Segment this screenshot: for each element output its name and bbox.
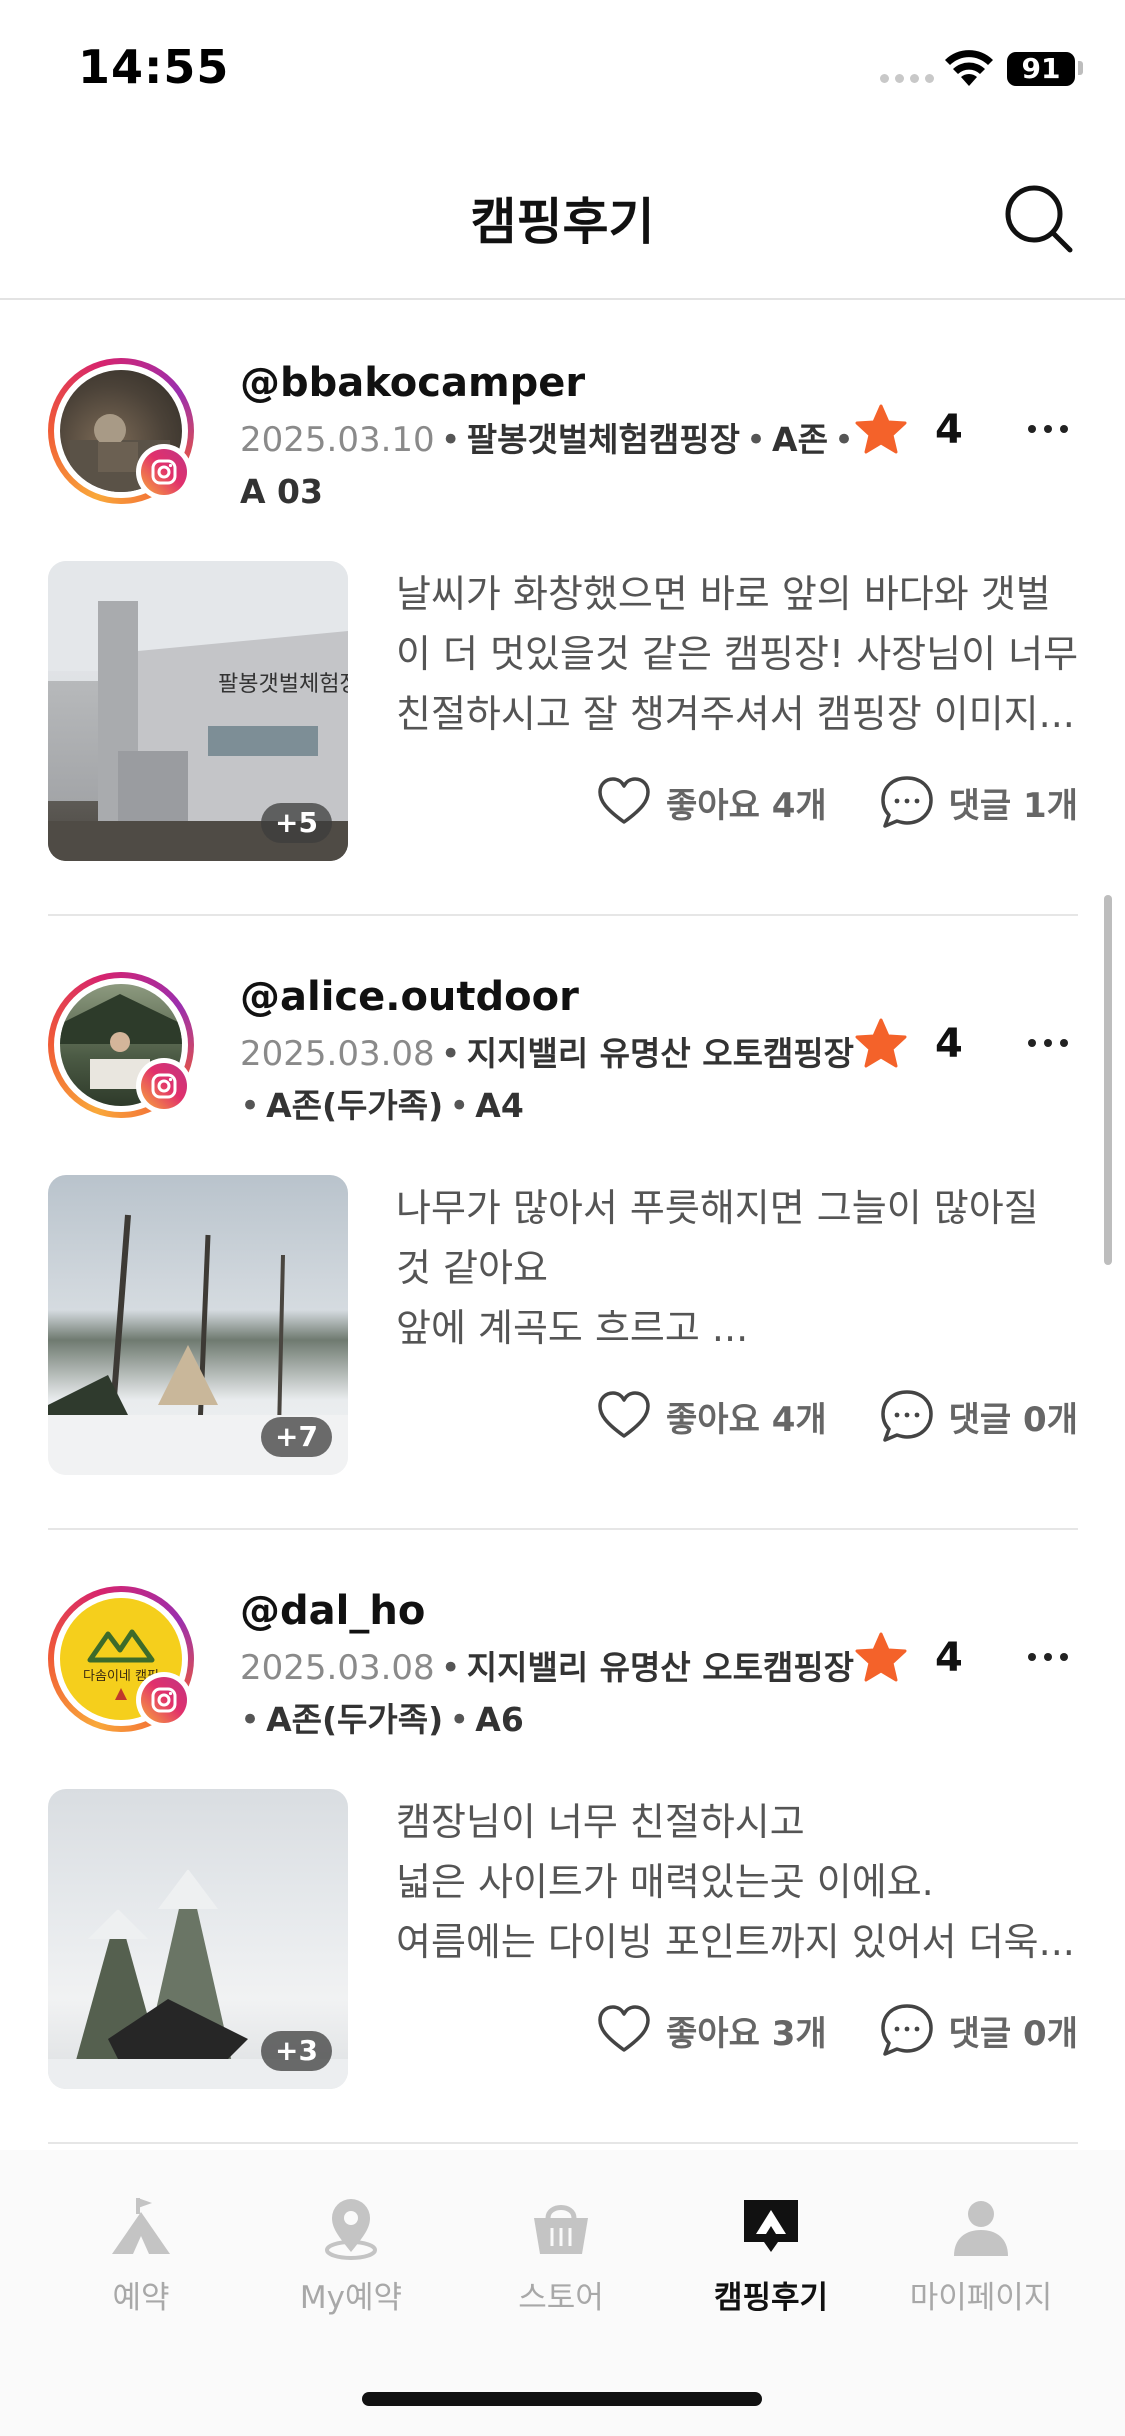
review-actions: 좋아요 4개 댓글 1개: [596, 774, 1078, 830]
instagram-icon: [136, 1672, 192, 1728]
rating: 4: [853, 1630, 963, 1686]
rating-value: 4: [935, 407, 963, 453]
review-username[interactable]: @dal_ho: [240, 1588, 425, 1634]
more-options-icon[interactable]: [1023, 1632, 1073, 1682]
star-icon: [855, 1632, 907, 1682]
nav-label: My예약: [299, 2280, 403, 2316]
review-chat-icon: [744, 2200, 798, 2252]
comment-button[interactable]: 댓글 1개: [879, 774, 1078, 830]
location-pin-icon: [325, 2199, 377, 2260]
like-count: 좋아요 4개: [666, 785, 827, 826]
review-card[interactable]: @bbakocamper 2025.03.10 • 팔봉갯벌체험캠핑장 • A존 • A 0…: [48, 302, 1078, 916]
rating-value: 4: [935, 1021, 963, 1067]
comment-count: 댓글 1개: [948, 785, 1078, 826]
battery-nub: [1078, 61, 1083, 75]
instagram-icon: [136, 1058, 192, 1114]
comment-icon: [880, 1390, 933, 1442]
campsite-name[interactable]: 지지밸리 유명산 오토캠핑장: [467, 1034, 854, 1073]
nav-item-camping-review[interactable]: 캠핑후기: [676, 2192, 866, 2317]
review-meta: 2025.03.10 • 팔봉갯벌체험캠핑장 • A존 • A 03: [240, 420, 855, 511]
star-icon: [855, 1018, 907, 1068]
nav-label: 스토어: [518, 2280, 604, 2316]
review-photo[interactable]: +7: [48, 1175, 348, 1475]
site-number: A6: [475, 1700, 524, 1739]
cellular-signal-icon: [880, 74, 934, 83]
like-button[interactable]: 좋아요 4개: [596, 1388, 827, 1444]
status-time: 14:55: [78, 40, 230, 94]
review-username[interactable]: @alice.outdoor: [240, 974, 579, 1020]
comment-button[interactable]: 댓글 0개: [879, 1388, 1078, 1444]
rating: 4: [853, 402, 963, 458]
campsite-name[interactable]: 지지밸리 유명산 오토캠핑장: [467, 1648, 854, 1687]
page-title: 캠핑후기: [470, 193, 655, 251]
review-photo[interactable]: +3: [48, 1789, 348, 2089]
comment-icon: [880, 776, 933, 828]
nav-item-my-page[interactable]: 마이페이지: [886, 2192, 1076, 2317]
review-meta: 2025.03.08 • 지지밸리 유명산 오토캠핑장 • A존(두가족) • A6: [240, 1648, 855, 1740]
like-count: 좋아요 4개: [666, 1399, 827, 1440]
review-username[interactable]: @bbakocamper: [240, 360, 585, 406]
svg-text:팔봉갯벌체험장: 팔봉갯벌체험장: [218, 672, 348, 697]
review-text[interactable]: 날씨가 화창했으면 바로 앞의 바다와 갯벌 이 더 멋있을것 같은 캠핑장! …: [396, 564, 1086, 744]
like-count: 좋아요 3개: [666, 2013, 827, 2054]
top-header: 캠핑후기: [0, 140, 1125, 300]
nav-item-reservation[interactable]: 예약: [46, 2192, 236, 2317]
like-button[interactable]: 좋아요 4개: [596, 774, 827, 830]
heart-icon: [598, 1391, 650, 1438]
status-bar: 14:55 91: [0, 0, 1125, 140]
wifi-icon: [945, 50, 993, 86]
zone-name: A존(두가족): [266, 1086, 444, 1125]
review-actions: 좋아요 4개 댓글 0개: [596, 1388, 1078, 1444]
scrollbar[interactable]: [1104, 895, 1112, 1265]
rating-value: 4: [935, 1635, 963, 1681]
comment-icon: [880, 2004, 933, 2056]
nav-item-my-reservation[interactable]: My예약: [256, 2192, 446, 2317]
tent-flag-icon: [112, 2198, 170, 2254]
review-date: 2025.03.10: [240, 420, 435, 460]
zone-name: A존(두가족): [266, 1700, 444, 1739]
zone-name: A존: [772, 420, 828, 459]
site-number: A4: [475, 1086, 524, 1125]
photo-count-badge: +5: [261, 803, 332, 843]
home-indicator: [362, 2392, 762, 2406]
more-options-icon[interactable]: [1023, 1018, 1073, 1068]
review-actions: 좋아요 3개 댓글 0개: [596, 2002, 1078, 2058]
star-icon: [855, 404, 907, 454]
person-icon: [954, 2201, 1008, 2256]
photo-count-badge: +3: [261, 2031, 332, 2071]
battery-icon: 91: [1007, 52, 1075, 86]
nav-label: 예약: [112, 2280, 170, 2316]
nav-label: 캠핑후기: [713, 2280, 829, 2316]
heart-icon: [598, 2005, 650, 2052]
shopping-basket-icon: [534, 2205, 588, 2254]
heart-icon: [598, 777, 650, 824]
like-button[interactable]: 좋아요 3개: [596, 2002, 827, 2058]
review-photo[interactable]: 팔봉갯벌체험장 +5: [48, 561, 348, 861]
instagram-icon: [136, 444, 192, 500]
comment-count: 댓글 0개: [948, 2013, 1078, 2054]
review-date: 2025.03.08: [240, 1648, 435, 1688]
comment-button[interactable]: 댓글 0개: [879, 2002, 1078, 2058]
nav-item-store[interactable]: 스토어: [466, 2192, 656, 2317]
more-options-icon[interactable]: [1023, 404, 1073, 454]
site-number: A 03: [240, 472, 323, 511]
review-card[interactable]: @alice.outdoor 2025.03.08 • 지지밸리 유명산 오토캠핑장…: [48, 916, 1078, 1530]
review-card[interactable]: 다솜이네 캠핑 @dal_ho 2025.03.08 • 지지밸리 유명산 오토캠핑…: [48, 1530, 1078, 2144]
review-text[interactable]: 나무가 많아서 푸릇해지면 그늘이 많아질 것 같아요 앞에 계곡도 흐르고 .…: [396, 1178, 1086, 1358]
review-meta: 2025.03.08 • 지지밸리 유명산 오토캠핑장 • A존(두가족) • A4: [240, 1034, 855, 1126]
campsite-name[interactable]: 팔봉갯벌체험캠핑장: [467, 420, 740, 459]
rating: 4: [853, 1016, 963, 1072]
photo-count-badge: +7: [261, 1417, 332, 1457]
search-icon[interactable]: [1000, 180, 1076, 256]
nav-label: 마이페이지: [909, 2280, 1053, 2316]
review-date: 2025.03.08: [240, 1034, 435, 1074]
review-text[interactable]: 캠장님이 너무 친절하시고 넓은 사이트가 매력있는곳 이에요. 여름에는 다이…: [396, 1792, 1086, 1972]
comment-count: 댓글 0개: [948, 1399, 1078, 1440]
